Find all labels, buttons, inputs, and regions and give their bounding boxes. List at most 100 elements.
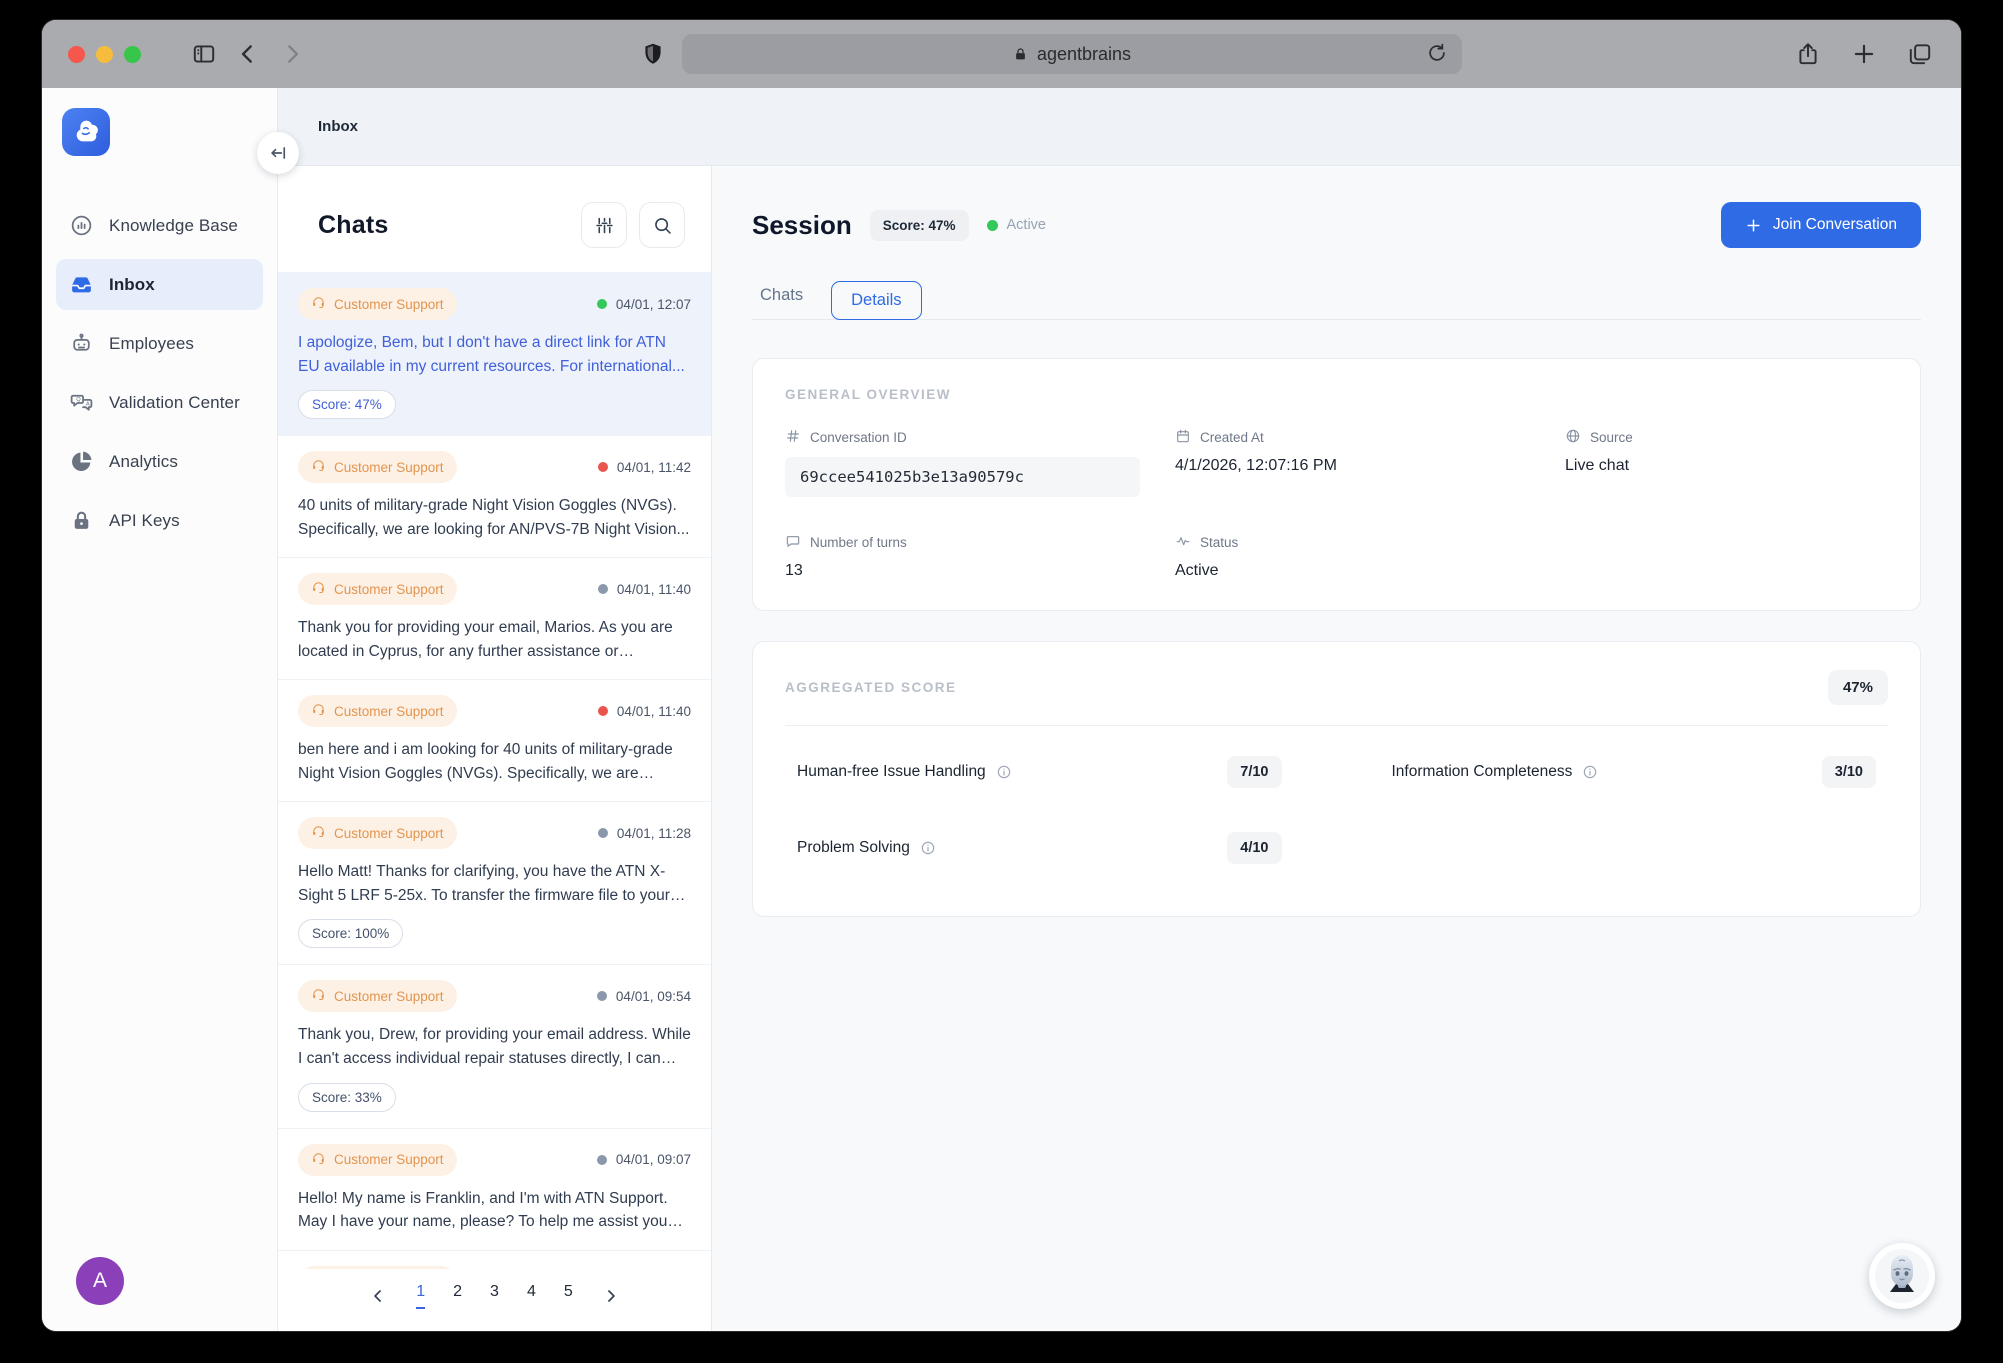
metric-value-badge: 3/10 bbox=[1822, 756, 1876, 788]
metric-label: Problem Solving bbox=[797, 839, 936, 857]
minimize-window-button[interactable] bbox=[96, 46, 113, 63]
score-metric: Problem Solving 4/10 bbox=[797, 810, 1282, 886]
next-page-icon[interactable] bbox=[601, 1286, 621, 1306]
chat-timestamp: 04/01, 11:42 bbox=[598, 460, 691, 475]
general-overview-card: GENERAL OVERVIEW Conversation ID69ccee54… bbox=[752, 358, 1921, 611]
divider bbox=[785, 725, 1888, 726]
join-conversation-button[interactable]: Join Conversation bbox=[1721, 202, 1921, 248]
chat-score-pill: Score: 33% bbox=[298, 1083, 396, 1112]
close-window-button[interactable] bbox=[68, 46, 85, 63]
chat-list-item[interactable]: Customer Support04/01, 07:55You're welco… bbox=[278, 1250, 711, 1269]
sidebar-toggle-icon[interactable] bbox=[189, 39, 219, 69]
page-number-3[interactable]: 3 bbox=[490, 1283, 499, 1309]
page-number-4[interactable]: 4 bbox=[527, 1283, 536, 1309]
assistant-robot-avatar[interactable] bbox=[1869, 1243, 1935, 1309]
field-label-text: Status bbox=[1200, 535, 1238, 550]
analytics-icon bbox=[69, 449, 94, 474]
chat-list-item[interactable]: Customer Support04/01, 12:07I apologize,… bbox=[278, 272, 711, 435]
reload-icon[interactable] bbox=[1426, 42, 1450, 66]
filter-button[interactable] bbox=[581, 202, 627, 248]
info-icon[interactable] bbox=[1582, 764, 1598, 780]
chat-list-item[interactable]: Customer Support04/01, 11:28Hello Matt! … bbox=[278, 801, 711, 964]
new-tab-icon[interactable] bbox=[1849, 39, 1879, 69]
metric-label-text: Human-free Issue Handling bbox=[797, 763, 986, 781]
page-number-2[interactable]: 2 bbox=[453, 1283, 462, 1309]
zoom-window-button[interactable] bbox=[124, 46, 141, 63]
plus-icon bbox=[1745, 217, 1762, 234]
headset-icon bbox=[311, 458, 326, 476]
overview-field: Number of turns13 bbox=[785, 533, 1175, 580]
agent-badge-label: Customer Support bbox=[334, 704, 444, 719]
user-avatar[interactable]: A bbox=[76, 1257, 124, 1305]
chat-time-label: 04/01, 11:28 bbox=[617, 826, 691, 841]
breadcrumb: Inbox bbox=[318, 118, 358, 135]
sidebar-item-knowledge-base[interactable]: Knowledge Base bbox=[56, 200, 263, 251]
aggregated-score-label: AGGREGATED SCORE bbox=[785, 680, 957, 695]
chats-tools bbox=[581, 202, 685, 248]
status-dot bbox=[597, 1155, 607, 1165]
tab-chats[interactable]: Chats bbox=[758, 276, 805, 319]
sidebar-item-validation-center[interactable]: QAValidation Center bbox=[56, 377, 263, 428]
agentbrains-logo[interactable] bbox=[62, 108, 110, 156]
previous-page-icon[interactable] bbox=[368, 1286, 388, 1306]
chat-list: Customer Support04/01, 12:07I apologize,… bbox=[278, 272, 711, 1269]
chat-item-header: Customer Support04/01, 11:40 bbox=[298, 695, 691, 727]
metric-value-badge: 4/10 bbox=[1227, 832, 1281, 864]
share-icon[interactable] bbox=[1793, 39, 1823, 69]
agent-badge: Customer Support bbox=[298, 288, 457, 320]
session-header: Session Score: 47% Active Join Conversat… bbox=[752, 202, 1921, 248]
chat-time-label: 04/01, 11:40 bbox=[617, 582, 691, 597]
sidebar-item-label: Knowledge Base bbox=[109, 216, 238, 236]
metric-label: Information Completeness bbox=[1392, 763, 1599, 781]
tab-overview-icon[interactable] bbox=[1905, 39, 1935, 69]
chat-time-label: 04/01, 09:07 bbox=[616, 1152, 691, 1167]
tab-details[interactable]: Details bbox=[831, 281, 921, 320]
overview-field-label: Status bbox=[1175, 533, 1565, 552]
back-button[interactable] bbox=[233, 39, 263, 69]
status-dot bbox=[598, 584, 608, 594]
forward-button[interactable] bbox=[277, 39, 307, 69]
sidebar-item-analytics[interactable]: Analytics bbox=[56, 436, 263, 487]
chat-list-item[interactable]: Customer Support04/01, 09:54Thank you, D… bbox=[278, 964, 711, 1127]
chat-timestamp: 04/01, 09:54 bbox=[597, 989, 691, 1004]
breadcrumb-bar: Inbox bbox=[278, 88, 1961, 166]
chat-time-label: 04/01, 09:54 bbox=[616, 989, 691, 1004]
session-title-group: Session Score: 47% Active bbox=[752, 210, 1046, 241]
app-sidebar: Knowledge Base Inbox Employees QAValidation… bbox=[42, 88, 278, 1331]
titlebar-actions bbox=[1793, 39, 1935, 69]
chat-list-item[interactable]: Customer Support04/01, 11:40ben here and… bbox=[278, 679, 711, 801]
metric-label-text: Problem Solving bbox=[797, 839, 910, 857]
metric-label: Human-free Issue Handling bbox=[797, 763, 1012, 781]
privacy-shield-icon[interactable] bbox=[638, 39, 668, 69]
overview-field-value[interactable]: 69ccee541025b3e13a90579c bbox=[785, 457, 1140, 497]
address-bar[interactable]: agentbrains bbox=[682, 34, 1462, 74]
hash-icon bbox=[785, 428, 801, 447]
search-button[interactable] bbox=[639, 202, 685, 248]
activity-icon bbox=[1175, 533, 1191, 552]
agent-badge-label: Customer Support bbox=[334, 460, 444, 475]
desktop-background: agentbrains bbox=[0, 0, 2003, 1363]
page-number-1[interactable]: 1 bbox=[416, 1283, 425, 1309]
page-number-5[interactable]: 5 bbox=[564, 1283, 573, 1309]
chat-list-item[interactable]: Customer Support04/01, 11:40Thank you fo… bbox=[278, 557, 711, 679]
sidebar-item-employees[interactable]: Employees bbox=[56, 318, 263, 369]
sidebar-item-inbox[interactable]: Inbox bbox=[56, 259, 263, 310]
info-icon[interactable] bbox=[996, 764, 1012, 780]
join-conversation-label: Join Conversation bbox=[1773, 216, 1897, 234]
chat-list-item[interactable]: Customer Support04/01, 11:4240 units of … bbox=[278, 435, 711, 557]
sidebar-item-api-keys[interactable]: API Keys bbox=[56, 495, 263, 546]
metric-label-text: Information Completeness bbox=[1392, 763, 1573, 781]
active-status-dot bbox=[987, 220, 998, 231]
collapse-sidebar-button[interactable] bbox=[257, 132, 299, 174]
chat-item-header: Customer Support 04/01, 11:42 bbox=[298, 451, 691, 483]
chat-preview-text: I apologize, Bem, but I don't have a dir… bbox=[298, 331, 691, 378]
overview-field: StatusActive bbox=[1175, 533, 1565, 580]
status-dot bbox=[597, 299, 607, 309]
aggregated-total-badge: 47% bbox=[1828, 670, 1888, 705]
chats-panel: Chats Customer Support04/01, 12:07I apo bbox=[278, 166, 712, 1331]
lock-icon bbox=[1013, 45, 1028, 63]
field-label-text: Created At bbox=[1200, 430, 1264, 445]
chat-list-item[interactable]: Customer Support04/01, 09:07Hello! My na… bbox=[278, 1128, 711, 1250]
browser-window: agentbrains bbox=[42, 20, 1961, 1331]
info-icon[interactable] bbox=[920, 840, 936, 856]
